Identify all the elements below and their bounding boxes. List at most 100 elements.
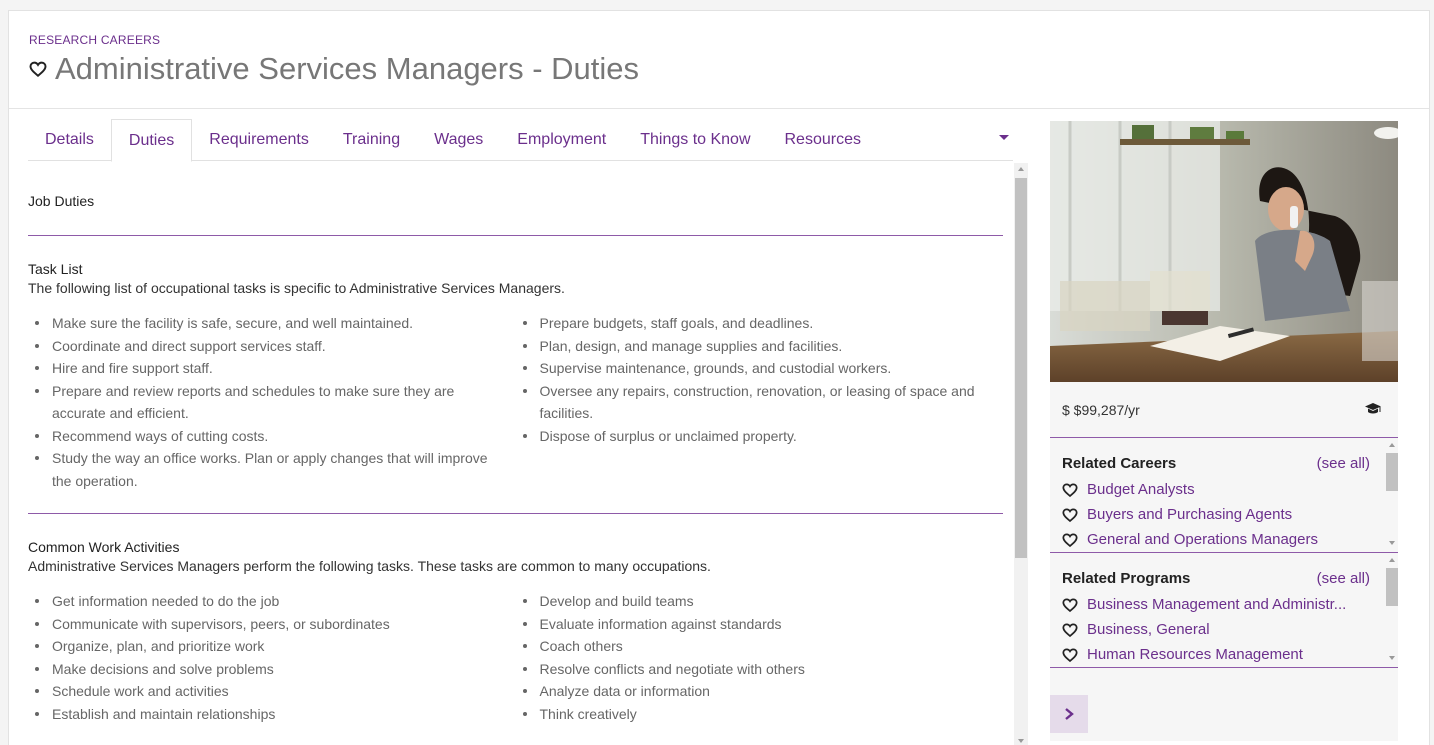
list-item: Plan, design, and manage supplies and fa… xyxy=(516,335,1004,358)
tab-employment[interactable]: Employment xyxy=(500,119,623,161)
list-item: Study the way an office works. Plan or a… xyxy=(28,447,516,492)
related-careers-scrollbar[interactable] xyxy=(1386,440,1398,548)
list-item: Get information needed to do the job xyxy=(28,590,516,613)
list-item: Oversee any repairs, construction, renov… xyxy=(516,380,1004,425)
list-item: Establish and maintain relationships xyxy=(28,703,516,726)
list-item: Make sure the facility is safe, secure, … xyxy=(28,312,516,335)
related-career-link[interactable]: Buyers and Purchasing Agents xyxy=(1087,506,1292,523)
heart-outline-icon[interactable] xyxy=(1062,532,1078,548)
related-career-item[interactable]: Budget Analysts xyxy=(1062,477,1398,502)
related-program-link[interactable]: Business Management and Administr... xyxy=(1087,596,1346,613)
list-item: Hire and fire support staff. xyxy=(28,357,516,380)
list-item: Make decisions and solve problems xyxy=(28,658,516,681)
content-scrollbar[interactable] xyxy=(1014,163,1028,745)
related-program-item[interactable]: Business Management and Administr... xyxy=(1062,592,1398,617)
list-item: Develop and build teams xyxy=(516,590,1004,613)
related-programs-list: Business Management and Administr... Bus… xyxy=(1062,592,1398,667)
related-programs-panel: Related Programs (see all) Business Mana… xyxy=(1050,553,1398,668)
tab-duties[interactable]: Duties xyxy=(110,119,193,162)
tab-things-to-know[interactable]: Things to Know xyxy=(623,119,767,161)
task-list: Make sure the facility is safe, secure, … xyxy=(28,312,1003,492)
related-careers-title: Related Careers xyxy=(1062,455,1177,472)
scroll-up-icon[interactable] xyxy=(1389,558,1395,562)
task-list-title: Task List xyxy=(28,261,83,277)
divider xyxy=(28,235,1003,236)
related-career-link[interactable]: Budget Analysts xyxy=(1087,481,1195,498)
scrollbar-thumb[interactable] xyxy=(1386,568,1398,606)
tab-wages[interactable]: Wages xyxy=(417,119,500,161)
see-all-programs-link[interactable]: (see all) xyxy=(1317,570,1370,587)
related-careers-header: Related Careers (see all) xyxy=(1062,455,1370,472)
task-list-right: Prepare budgets, staff goals, and deadli… xyxy=(516,312,1004,492)
list-item: Schedule work and activities xyxy=(28,680,516,703)
heart-outline-icon[interactable] xyxy=(1062,622,1078,638)
work-activities-right: Develop and build teams Evaluate informa… xyxy=(516,590,1004,725)
related-program-item[interactable]: Human Resources Management xyxy=(1062,642,1398,667)
work-activities-list: Get information needed to do the job Com… xyxy=(28,590,1003,725)
career-photo xyxy=(1050,121,1398,382)
task-list-description: The following list of occupational tasks… xyxy=(28,280,565,296)
scroll-down-icon[interactable] xyxy=(1018,739,1024,743)
list-item: Resolve conflicts and negotiate with oth… xyxy=(516,658,1004,681)
scroll-down-icon[interactable] xyxy=(1389,656,1395,660)
tab-requirements[interactable]: Requirements xyxy=(192,119,326,161)
list-item: Supervise maintenance, grounds, and cust… xyxy=(516,357,1004,380)
wage-row: $ $99,287/yr xyxy=(1050,382,1398,438)
list-item: Communicate with supervisors, peers, or … xyxy=(28,613,516,636)
tab-details[interactable]: Details xyxy=(28,119,111,161)
list-item: Evaluate information against standards xyxy=(516,613,1004,636)
list-item: Dispose of surplus or unclaimed property… xyxy=(516,425,1004,448)
related-programs-scrollbar[interactable] xyxy=(1386,555,1398,663)
related-career-link[interactable]: General and Operations Managers xyxy=(1087,531,1318,548)
list-item: Prepare and review reports and schedules… xyxy=(28,380,516,425)
related-programs-title: Related Programs xyxy=(1062,570,1191,587)
list-item: Coach others xyxy=(516,635,1004,658)
career-sidebar: $ $99,287/yr Related Careers (see all) B… xyxy=(1050,121,1398,741)
heart-outline-icon[interactable] xyxy=(1062,482,1078,498)
see-all-careers-link[interactable]: (see all) xyxy=(1317,455,1370,472)
tab-resources[interactable]: Resources xyxy=(768,119,878,161)
work-activities-description: Administrative Services Managers perform… xyxy=(28,558,711,574)
heart-outline-icon[interactable] xyxy=(1062,597,1078,613)
tab-training[interactable]: Training xyxy=(326,119,417,161)
tab-bar: Details Duties Requirements Training Wag… xyxy=(28,119,1013,162)
related-program-link[interactable]: Human Resources Management xyxy=(1087,646,1303,663)
list-item: Organize, plan, and prioritize work xyxy=(28,635,516,658)
scroll-down-icon[interactable] xyxy=(1389,541,1395,545)
related-program-item[interactable]: Business, General xyxy=(1062,617,1398,642)
work-activities-left: Get information needed to do the job Com… xyxy=(28,590,516,725)
next-button[interactable] xyxy=(1050,695,1088,733)
related-program-link[interactable]: Business, General xyxy=(1087,621,1210,638)
list-item: Think creatively xyxy=(516,703,1004,726)
scroll-up-icon[interactable] xyxy=(1018,167,1024,171)
scroll-up-icon[interactable] xyxy=(1389,443,1395,447)
list-item: Coordinate and direct support services s… xyxy=(28,335,516,358)
related-programs-header: Related Programs (see all) xyxy=(1062,570,1370,587)
more-tabs-caret-icon[interactable] xyxy=(999,135,1009,140)
breadcrumb[interactable]: RESEARCH CAREERS xyxy=(29,33,160,47)
list-item: Prepare budgets, staff goals, and deadli… xyxy=(516,312,1004,335)
heart-outline-icon[interactable] xyxy=(1062,507,1078,523)
divider xyxy=(28,513,1003,514)
scrollbar-thumb[interactable] xyxy=(1015,178,1027,558)
list-item: Analyze data or information xyxy=(516,680,1004,703)
list-item: Recommend ways of cutting costs. xyxy=(28,425,516,448)
related-careers-list: Budget Analysts Buyers and Purchasing Ag… xyxy=(1062,477,1398,552)
chevron-right-icon xyxy=(1065,708,1074,720)
related-careers-panel: Related Careers (see all) Budget Analyst… xyxy=(1050,438,1398,553)
page-title: Administrative Services Managers - Dutie… xyxy=(55,51,640,86)
annual-wage: $ $99,287/yr xyxy=(1062,401,1140,418)
title-row: Administrative Services Managers - Dutie… xyxy=(29,51,639,87)
section-title: Job Duties xyxy=(28,193,95,209)
duties-content: Job Duties Task List The following list … xyxy=(28,163,1018,735)
graduation-cap-icon[interactable] xyxy=(1364,402,1382,416)
heart-outline-icon[interactable] xyxy=(1062,647,1078,663)
work-activities-title: Common Work Activities xyxy=(28,539,180,555)
page-header: RESEARCH CAREERS Administrative Services… xyxy=(9,11,1429,109)
scrollbar-thumb[interactable] xyxy=(1386,453,1398,491)
heart-outline-icon[interactable] xyxy=(29,60,47,78)
career-photo-illustration xyxy=(1050,121,1398,382)
related-career-item[interactable]: Buyers and Purchasing Agents xyxy=(1062,502,1398,527)
related-career-item[interactable]: General and Operations Managers xyxy=(1062,527,1398,552)
task-list-left: Make sure the facility is safe, secure, … xyxy=(28,312,516,492)
